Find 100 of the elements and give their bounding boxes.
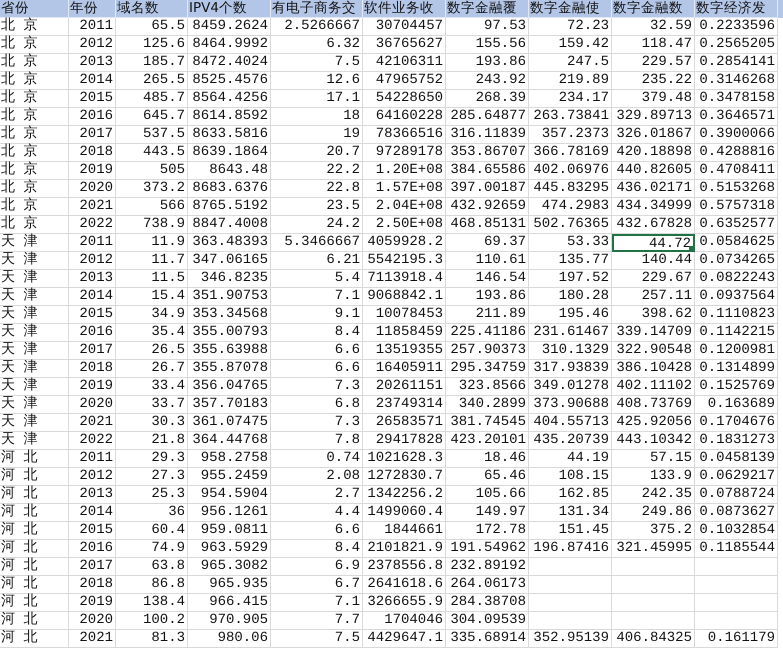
table-cell: 0.0873627 <box>695 504 778 522</box>
table-cell: 0.1704676 <box>695 414 778 432</box>
table-cell: 河 北 <box>0 540 69 558</box>
header-cell: 数字金融使 <box>529 0 612 18</box>
table-cell: 956.1261 <box>188 504 271 522</box>
table-cell: 340.2899 <box>446 396 529 414</box>
table-cell: 386.10428 <box>612 360 695 378</box>
table-cell: 2641618.6 <box>363 576 446 594</box>
table-cell: 423.20101 <box>446 432 529 450</box>
fill-handle[interactable] <box>689 246 693 250</box>
table-cell: 0.0458139 <box>695 450 778 468</box>
table-cell: 天 津 <box>0 306 69 324</box>
table-cell: 3266655.9 <box>363 594 446 612</box>
table-cell: 364.44768 <box>188 432 271 450</box>
table-cell: 36 <box>116 504 188 522</box>
table-cell: 2021 <box>69 630 116 648</box>
table-cell: 445.83295 <box>529 180 612 198</box>
table-cell: 1.20E+08 <box>363 162 446 180</box>
table-cell: 225.41186 <box>446 324 529 342</box>
table-cell: 河 北 <box>0 450 69 468</box>
table-cell: 2020 <box>69 396 116 414</box>
table-cell: 2012 <box>69 252 116 270</box>
table-cell: 11.7 <box>116 252 188 270</box>
table-cell: 北 京 <box>0 216 69 234</box>
header-cell: 域名数 <box>116 0 188 18</box>
table-cell: 2013 <box>69 270 116 288</box>
table-cell: 357.70183 <box>188 396 271 414</box>
table-cell: 234.17 <box>529 90 612 108</box>
table-cell: 0.1314899 <box>695 360 778 378</box>
table-cell: 0.4708411 <box>695 162 778 180</box>
table-cell: 24.2 <box>271 216 363 234</box>
table-cell: 5.4 <box>271 270 363 288</box>
table-cell: 235.22 <box>612 72 695 90</box>
table-cell: 2019 <box>69 378 116 396</box>
table-cell: 425.92056 <box>612 414 695 432</box>
table-cell: 162.85 <box>529 486 612 504</box>
table-cell: 0.2854141 <box>695 54 778 72</box>
table-cell: 2015 <box>69 522 116 540</box>
table-cell: 8.4 <box>271 324 363 342</box>
table-cell: 2020 <box>69 612 116 630</box>
table-cell: 2.08 <box>271 468 363 486</box>
table-cell: 131.34 <box>529 504 612 522</box>
table-cell: 22.8 <box>271 180 363 198</box>
table-cell: 379.48 <box>612 90 695 108</box>
table-cell: 159.42 <box>529 36 612 54</box>
table-cell: 2011 <box>69 18 116 36</box>
table-cell: 196.87416 <box>529 540 612 558</box>
table-cell: 151.45 <box>529 522 612 540</box>
table-cell: 2.7 <box>271 486 363 504</box>
table-cell: 7.3 <box>271 414 363 432</box>
table-cell: 474.2983 <box>529 198 612 216</box>
table-cell: 0.0788724 <box>695 486 778 504</box>
table-cell: 2021 <box>69 198 116 216</box>
table-cell: 2378556.8 <box>363 558 446 576</box>
table-cell: 2017 <box>69 342 116 360</box>
table-cell: 118.47 <box>612 36 695 54</box>
table-cell: 1021628.3 <box>363 450 446 468</box>
table-cell: 河 北 <box>0 558 69 576</box>
table-cell: 965.3082 <box>188 558 271 576</box>
table-cell: 257.11 <box>612 288 695 306</box>
table-cell: 34.9 <box>116 306 188 324</box>
table-cell: 86.8 <box>116 576 188 594</box>
table-cell: 64160228 <box>363 108 446 126</box>
table-cell: 955.2459 <box>188 468 271 486</box>
table-cell: 32.59 <box>612 18 695 36</box>
table-cell: 397.00187 <box>446 180 529 198</box>
table-cell: 天 津 <box>0 234 69 252</box>
table-cell: 0.74 <box>271 450 363 468</box>
table-cell: 2016 <box>69 324 116 342</box>
table-cell: 5.3466667 <box>271 234 363 252</box>
table-cell: 8614.8592 <box>188 108 271 126</box>
table-cell: 195.46 <box>529 306 612 324</box>
table-cell: 2014 <box>69 504 116 522</box>
table-cell: 980.06 <box>188 630 271 648</box>
table-cell: 965.935 <box>188 576 271 594</box>
table-cell: 63.8 <box>116 558 188 576</box>
table-cell: 219.89 <box>529 72 612 90</box>
table-cell: 0.0629217 <box>695 468 778 486</box>
table-cell: 353.86707 <box>446 144 529 162</box>
table-cell: 135.77 <box>529 252 612 270</box>
table-cell: 249.86 <box>612 504 695 522</box>
table-cell: 0.3900066 <box>695 126 778 144</box>
table-cell: 172.78 <box>446 522 529 540</box>
table-cell: 2021 <box>69 414 116 432</box>
table-cell: 440.82605 <box>612 162 695 180</box>
table-cell: 138.4 <box>116 594 188 612</box>
table-cell: 26.5 <box>116 342 188 360</box>
table-cell: 0.3478158 <box>695 90 778 108</box>
table-cell: 432.92659 <box>446 198 529 216</box>
table-cell: 天 津 <box>0 342 69 360</box>
table-cell: 0.5757318 <box>695 198 778 216</box>
table-cell: 13519355 <box>363 342 446 360</box>
table-cell: 361.07475 <box>188 414 271 432</box>
table-cell: 8633.5816 <box>188 126 271 144</box>
header-cell: IPV4个数 <box>188 0 271 18</box>
table-cell: 2013 <box>69 54 116 72</box>
table-cell: 8683.6376 <box>188 180 271 198</box>
table-cell: 22.2 <box>271 162 363 180</box>
table-cell: 381.74545 <box>446 414 529 432</box>
table-cell: 2016 <box>69 108 116 126</box>
